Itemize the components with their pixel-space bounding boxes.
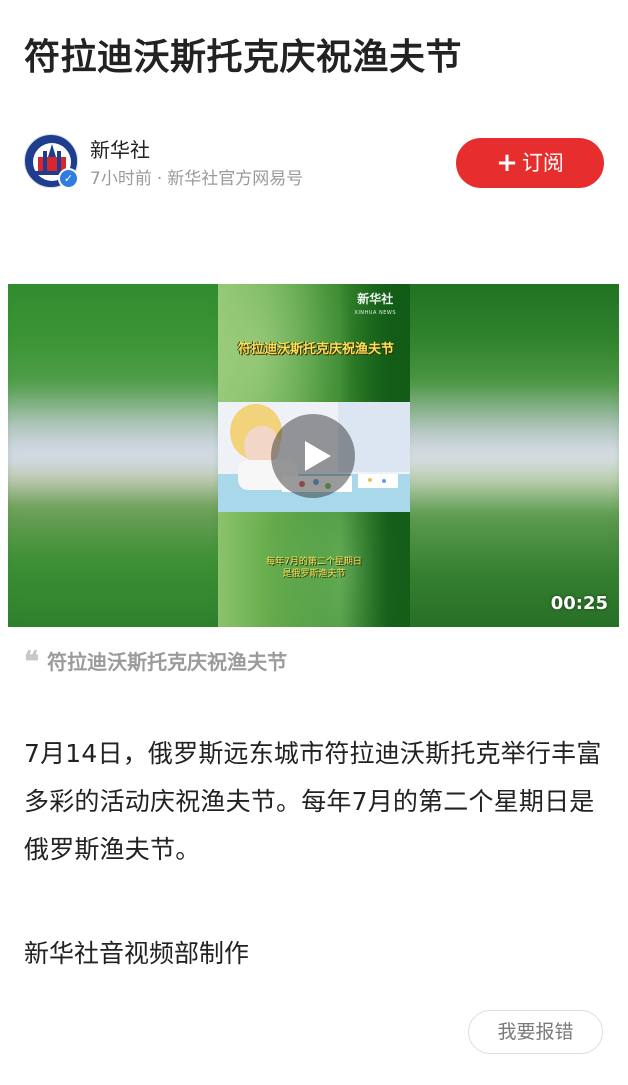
author-bar: ✓ 新华社 7小时前 · 新华社官方网易号 + 订阅 — [24, 134, 604, 190]
video-blur-left — [8, 284, 227, 627]
article-paragraph: 7月14日，俄罗斯远东城市符拉迪沃斯托克举行丰富多彩的活动庆祝渔夫节。每年7月的… — [24, 739, 602, 864]
play-button[interactable] — [271, 414, 355, 498]
video-blur-right — [398, 284, 619, 627]
video-subtitle-line2: 是俄罗斯渔夫节 — [282, 569, 346, 579]
video-logo-text: 新华社 — [357, 292, 394, 306]
video-player[interactable]: 新华社 XINHUA NEWS 符拉迪沃斯托克庆祝渔夫节 每年7月的第二个星期日 — [8, 284, 619, 627]
publish-time: 7小时前 — [90, 169, 152, 189]
video-subtitle-line1: 每年7月的第二个星期日 — [266, 557, 362, 567]
subscribe-label: 订阅 — [521, 151, 564, 175]
report-error-button[interactable]: 我要报错 — [468, 1010, 603, 1054]
subscribe-button[interactable]: + 订阅 — [456, 138, 604, 188]
video-caption: ❝ 符拉迪沃斯托克庆祝渔夫节 — [24, 648, 287, 676]
video-overlay-subtitle: 每年7月的第二个星期日 是俄罗斯渔夫节 — [218, 556, 410, 580]
author-meta: 7小时前 · 新华社官方网易号 — [90, 168, 303, 190]
verified-badge-icon: ✓ — [58, 168, 79, 189]
video-caption-text: 符拉迪沃斯托克庆祝渔夫节 — [47, 650, 288, 674]
video-duration: 00:25 — [550, 593, 608, 614]
author-source: 新华社官方网易号 — [167, 169, 304, 189]
video-logo-sub: XINHUA NEWS — [354, 310, 396, 316]
play-icon — [305, 441, 331, 471]
page-title: 符拉迪沃斯托克庆祝渔夫节 — [24, 37, 463, 78]
video-logo: 新华社 XINHUA NEWS — [354, 292, 396, 320]
video-overlay-title: 符拉迪沃斯托克庆祝渔夫节 — [237, 342, 394, 357]
plus-icon: + — [496, 148, 518, 178]
article-body: 7月14日，俄罗斯远东城市符拉迪沃斯托克举行丰富多彩的活动庆祝渔夫节。每年7月的… — [24, 730, 614, 978]
article-credit: 新华社音视频部制作 — [24, 939, 250, 968]
quote-icon: ❝ — [24, 645, 40, 678]
meta-separator: · — [156, 169, 163, 189]
author-name[interactable]: 新华社 — [90, 138, 150, 162]
